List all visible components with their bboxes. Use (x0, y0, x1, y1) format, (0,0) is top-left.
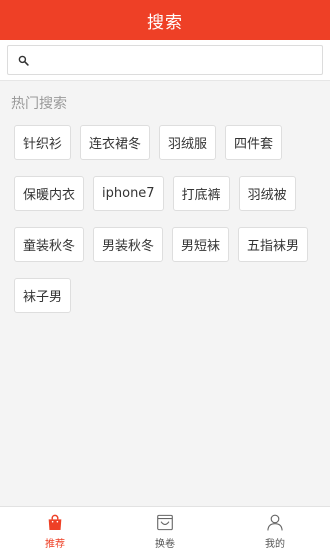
page-title: 搜索 (147, 12, 183, 33)
tag-row: 针织衫 连衣裙冬 羽绒服 四件套 (14, 125, 320, 160)
app-screen: 搜索 热门搜索 针织衫 连衣裙冬 羽绒服 四件套 保暖内衣 iphone7 打底… (0, 0, 330, 550)
tab-label: 推荐 (45, 539, 65, 550)
tab-recommend[interactable]: 推荐 (0, 507, 110, 550)
hot-tag[interactable]: 五指袜男 (238, 227, 309, 262)
header-bar: 搜索 (0, 0, 330, 40)
hot-tag[interactable]: 羽绒服 (159, 125, 217, 160)
search-box[interactable] (7, 45, 323, 75)
hot-tag[interactable]: 羽绒被 (238, 176, 296, 211)
tab-exchange[interactable]: 换卷 (110, 507, 220, 550)
search-input[interactable] (35, 47, 322, 73)
search-bar (0, 40, 330, 81)
user-icon (267, 514, 283, 531)
hot-tag[interactable]: 男装秋冬 (93, 227, 164, 262)
hot-tag[interactable]: 四件套 (225, 125, 283, 160)
search-icon (18, 55, 29, 66)
bottom-tab-bar: 推荐 换卷 我的 (0, 506, 330, 550)
hot-tag[interactable]: 童装秋冬 (14, 227, 85, 262)
hot-search-tags: 针织衫 连衣裙冬 羽绒服 四件套 保暖内衣 iphone7 打底裤 羽绒被 童装… (14, 125, 320, 329)
hot-tag[interactable]: 连衣裙冬 (80, 125, 151, 160)
hot-search-title: 热门搜索 (11, 96, 67, 112)
hot-tag[interactable]: 打底裤 (172, 176, 230, 211)
tag-row: 童装秋冬 男装秋冬 男短袜 五指袜男 (14, 227, 320, 262)
tab-label: 换卷 (155, 539, 175, 550)
hot-tag[interactable]: 袜子男 (14, 278, 72, 313)
tag-row: 保暖内衣 iphone7 打底裤 羽绒被 (14, 176, 320, 211)
hot-tag[interactable]: 男短袜 (172, 227, 230, 262)
shopping-bag-icon (48, 514, 62, 531)
hot-tag[interactable]: 保暖内衣 (14, 176, 85, 211)
tab-label: 我的 (265, 539, 285, 550)
hot-tag[interactable]: 针织衫 (14, 125, 72, 160)
tag-row: 袜子男 (14, 278, 320, 313)
basket-icon (157, 514, 173, 531)
hot-tag[interactable]: iphone7 (93, 176, 164, 211)
tab-mine[interactable]: 我的 (220, 507, 330, 550)
